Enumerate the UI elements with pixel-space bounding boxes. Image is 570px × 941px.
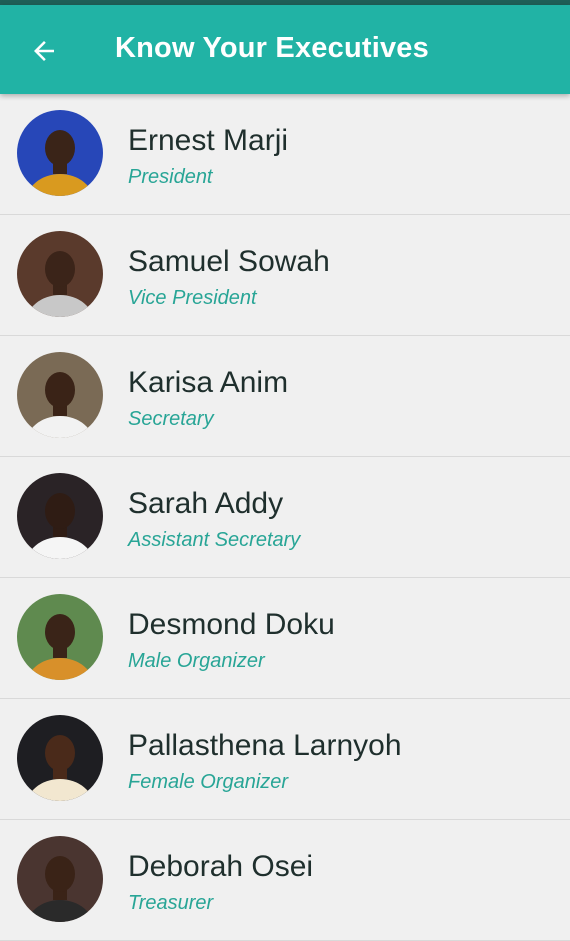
list-item[interactable]: Samuel Sowah Vice President bbox=[0, 215, 570, 336]
avatar bbox=[17, 352, 103, 438]
executive-name: Karisa Anim bbox=[128, 366, 289, 399]
avatar bbox=[17, 473, 103, 559]
avatar bbox=[17, 110, 103, 196]
executive-name: Pallasthena Larnyoh bbox=[128, 729, 402, 762]
executives-list: Ernest Marji President Samuel Sowah Vice Pr… bbox=[0, 94, 570, 941]
executive-name: Ernest Marji bbox=[128, 124, 289, 157]
avatar bbox=[17, 836, 103, 922]
list-item[interactable]: Pallasthena Larnyoh Female Organizer bbox=[0, 699, 570, 820]
avatar bbox=[17, 594, 103, 680]
executive-name: Deborah Osei bbox=[128, 850, 314, 883]
list-item[interactable]: Sarah Addy Assistant Secretary bbox=[0, 457, 570, 578]
executive-role: President bbox=[128, 166, 213, 188]
page-title: Know Your Executives bbox=[115, 32, 429, 64]
executive-name: Desmond Doku bbox=[128, 608, 335, 641]
avatar bbox=[17, 715, 103, 801]
arrow-back-icon bbox=[34, 41, 54, 61]
list-item[interactable]: Deborah Osei Treasurer bbox=[0, 820, 570, 941]
executive-name: Sarah Addy bbox=[128, 487, 284, 520]
executive-role: Treasurer bbox=[128, 892, 214, 914]
avatar bbox=[17, 231, 103, 317]
executive-role: Assistant Secretary bbox=[128, 529, 301, 551]
executive-role: Secretary bbox=[128, 408, 214, 430]
list-item[interactable]: Ernest Marji President bbox=[0, 94, 570, 215]
executive-name: Samuel Sowah bbox=[128, 245, 330, 278]
executive-role: Vice President bbox=[128, 287, 257, 309]
executive-role: Male Organizer bbox=[128, 650, 265, 672]
back-button[interactable] bbox=[20, 27, 68, 75]
list-item[interactable]: Desmond Doku Male Organizer bbox=[0, 578, 570, 699]
list-item[interactable]: Karisa Anim Secretary bbox=[0, 336, 570, 457]
executive-role: Female Organizer bbox=[128, 771, 289, 793]
app-bar: Know Your Executives bbox=[0, 5, 570, 94]
